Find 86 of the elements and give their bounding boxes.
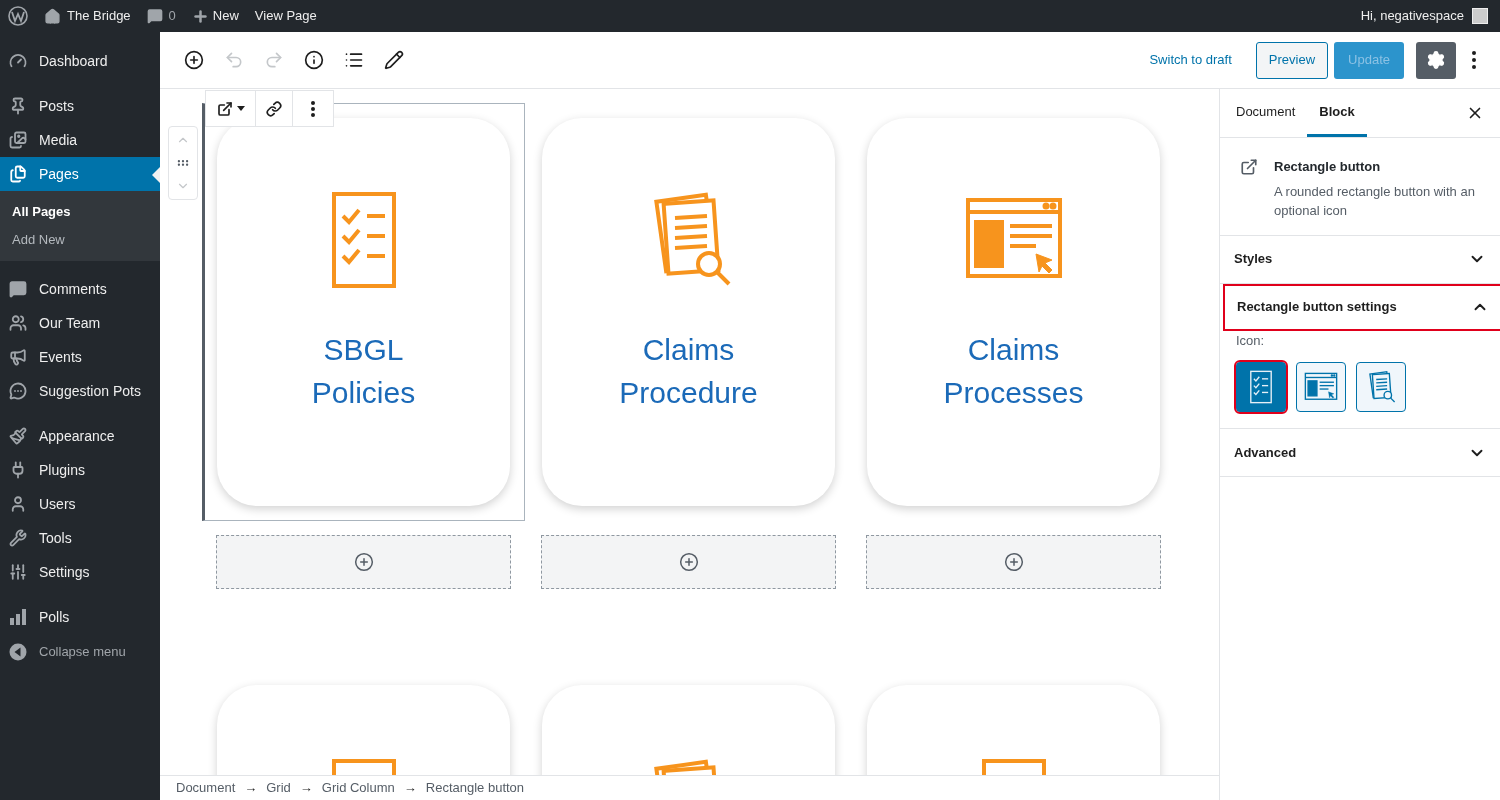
menu-item[interactable]: Comments	[0, 272, 160, 306]
paintbrush-icon	[9, 427, 27, 445]
speech-bubble-icon	[146, 8, 163, 24]
menu-item[interactable]: Dashboard	[0, 44, 160, 78]
chat-bubble-icon	[9, 382, 27, 400]
switch-to-draft-link[interactable]: Switch to draft	[1149, 50, 1232, 70]
menu-item[interactable]: Posts	[0, 89, 160, 123]
gauge-icon	[9, 52, 27, 70]
block-appender[interactable]	[216, 535, 511, 589]
rectangle-button-card[interactable]: Claims Processes	[867, 118, 1160, 506]
images-icon	[9, 131, 27, 149]
menu-item[interactable]: Suggestion Pots	[0, 374, 160, 408]
sidebar-tab[interactable]: Block	[1307, 89, 1367, 137]
add-block-icon[interactable]	[184, 50, 204, 70]
menu-item[interactable]: Settings	[0, 555, 160, 589]
block-title: Rectangle button	[1274, 158, 1382, 176]
block-appender[interactable]	[866, 535, 1161, 589]
megaphone-icon	[9, 348, 27, 366]
card-title: Claims Procedure	[618, 332, 759, 411]
card-title: SBGL Policies	[310, 332, 417, 411]
settings-button[interactable]	[1416, 41, 1456, 79]
account-link[interactable]: Hi, negativespace	[1360, 6, 1464, 26]
person-icon	[9, 495, 27, 513]
submenu-item[interactable]: Add New	[0, 226, 160, 254]
icon-option[interactable]	[1296, 362, 1346, 412]
people-icon	[9, 314, 27, 332]
view-page-link[interactable]: View Page	[254, 6, 317, 26]
card-title: Claims Processes	[942, 332, 1085, 411]
gear-icon	[1426, 50, 1446, 70]
menu-item[interactable]: Users	[0, 487, 160, 521]
comments-link[interactable]: 0	[146, 6, 176, 26]
plus-icon	[191, 7, 209, 25]
breadcrumb-link[interactable]: Grid	[266, 778, 291, 798]
current-arrow-icon	[152, 167, 160, 183]
sidebar-tab[interactable]: Document	[1224, 89, 1308, 137]
block-appender[interactable]	[541, 535, 836, 589]
more-options-icon[interactable]	[1472, 51, 1476, 69]
collapse-icon	[9, 643, 27, 661]
rectangle-button-card[interactable]: SBGL Policies	[217, 118, 510, 506]
pin-icon	[9, 97, 27, 115]
logo-icon[interactable]	[8, 6, 28, 26]
breadcrumb-separator: →	[244, 779, 258, 798]
collapse-menu-button[interactable]: Collapse menu	[0, 635, 160, 669]
speech-bubble-icon	[9, 280, 27, 298]
wrench-icon	[9, 529, 27, 547]
list-icon[interactable]	[344, 50, 364, 70]
link-icon	[266, 100, 282, 117]
menu-item[interactable]: Pages	[0, 157, 160, 191]
menu-item[interactable]: Tools	[0, 521, 160, 555]
preview-button[interactable]: Preview	[1255, 41, 1329, 79]
menu-item[interactable]: Polls	[0, 600, 160, 634]
add-icon	[1003, 552, 1024, 572]
sliders-icon	[9, 563, 27, 581]
info-icon[interactable]	[304, 50, 324, 70]
rectangle-button-card[interactable]: Claims Procedure	[542, 118, 835, 506]
breadcrumb-link[interactable]: Rectangle button	[425, 778, 525, 798]
menu-item[interactable]: Media	[0, 123, 160, 157]
panel-header[interactable]: Advanced	[1220, 429, 1500, 476]
block-type-icon	[1240, 158, 1258, 176]
icon-option[interactable]	[1356, 362, 1406, 412]
submenu-item[interactable]: All Pages	[0, 198, 160, 226]
panel-header[interactable]: Styles	[1220, 235, 1500, 283]
menu-item[interactable]: Plugins	[0, 453, 160, 487]
menu-item[interactable]: Appearance	[0, 419, 160, 453]
panel-header[interactable]: Rectangle button settings	[1223, 283, 1500, 331]
external-link-icon	[216, 100, 233, 117]
caret-icon	[236, 106, 245, 111]
avatar	[1472, 8, 1488, 24]
pencil-icon[interactable]	[384, 50, 404, 70]
menu-item[interactable]: Events	[0, 340, 160, 374]
menu-item[interactable]: Our Team	[0, 306, 160, 340]
breadcrumb-separator: →	[299, 779, 313, 798]
new-link[interactable]: New	[191, 6, 239, 26]
block-description: A rounded rectangle button with an optional icon	[1274, 182, 1476, 220]
breadcrumb-separator: →	[403, 779, 417, 798]
site-link[interactable]: The Bridge	[44, 6, 131, 26]
breadcrumb-link[interactable]: Grid Column	[321, 778, 395, 798]
field-label: Icon:	[1236, 331, 1266, 350]
home-icon	[44, 7, 61, 25]
breadcrumb-link[interactable]: Document	[176, 778, 236, 798]
more-icon	[311, 100, 315, 117]
add-icon	[678, 552, 699, 572]
add-icon	[353, 552, 374, 572]
pages-icon	[9, 165, 27, 183]
icon-option[interactable]	[1236, 362, 1286, 412]
bar-chart-icon	[9, 608, 27, 626]
